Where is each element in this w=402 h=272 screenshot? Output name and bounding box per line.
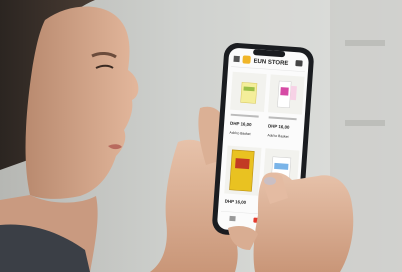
- photo-illustration: EUN STORE DHP 16,00 Add to Basket DHP 16…: [0, 0, 402, 272]
- product-image: [229, 149, 255, 192]
- menu-icon[interactable]: [233, 55, 240, 63]
- fingernail: [264, 177, 276, 185]
- photo-scene: EUN STORE DHP 16,00 Add to Basket DHP 16…: [0, 0, 402, 272]
- cart-icon[interactable]: [295, 60, 303, 67]
- app-logo: [242, 55, 251, 64]
- home-icon[interactable]: [229, 215, 236, 222]
- product-image: [240, 82, 258, 104]
